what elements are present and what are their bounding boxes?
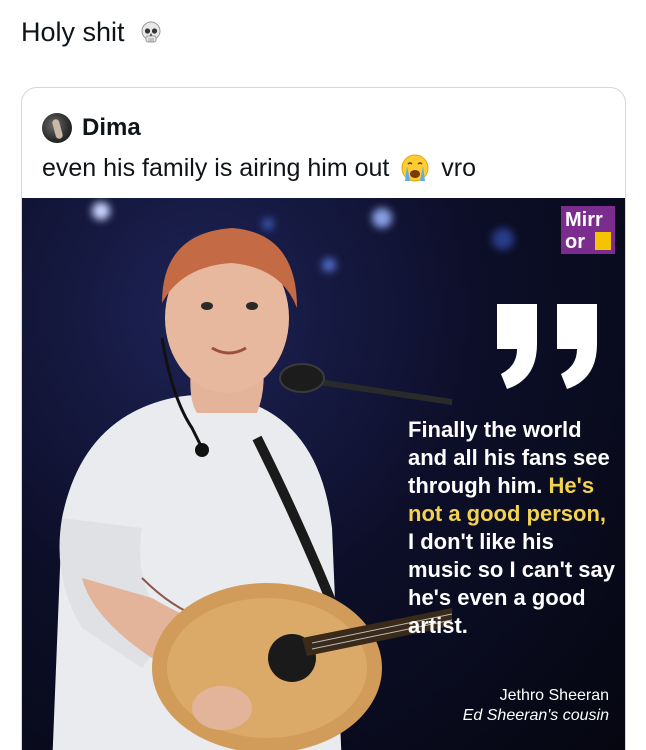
avatar[interactable] (42, 113, 72, 143)
attribution-name: Jethro Sheeran (499, 687, 609, 704)
stage-light (492, 228, 514, 250)
pull-quote: Finally the world and all his fans see t… (408, 416, 618, 640)
attribution-role: Ed Sheeran's cousin (462, 707, 609, 724)
post-text: Holy shit (21, 16, 164, 48)
mirror-logo: Mirr or (561, 206, 615, 254)
quoted-text-before: even his family is airing him out (42, 154, 390, 182)
loudly-crying-face-icon (401, 154, 429, 182)
quoted-post-text: even his family is airing him out vro (42, 152, 476, 184)
quoted-text-after: vro (441, 154, 477, 182)
logo-line1: Mirr (565, 209, 603, 231)
quoted-post-card[interactable]: Dima even his family is airing him out v… (21, 87, 626, 750)
skull-icon (141, 21, 161, 43)
post-text-content: Holy shit (21, 17, 125, 47)
post: Holy shit Dima even his family is airing… (0, 0, 646, 750)
quote-attribution: Jethro Sheeran Ed Sheeran's cousin (463, 686, 609, 726)
author-name[interactable]: Dima (82, 114, 141, 142)
performer-photo (52, 228, 452, 750)
quoted-post-image[interactable]: Mirr or Finally the world and all his fa… (22, 198, 625, 750)
closing-quote-icon (497, 304, 597, 389)
pull-quote-part2: I don't like his music so I can't say he… (408, 529, 615, 638)
logo-line2: or (565, 231, 585, 253)
quoted-post-author-row[interactable]: Dima (42, 112, 141, 144)
